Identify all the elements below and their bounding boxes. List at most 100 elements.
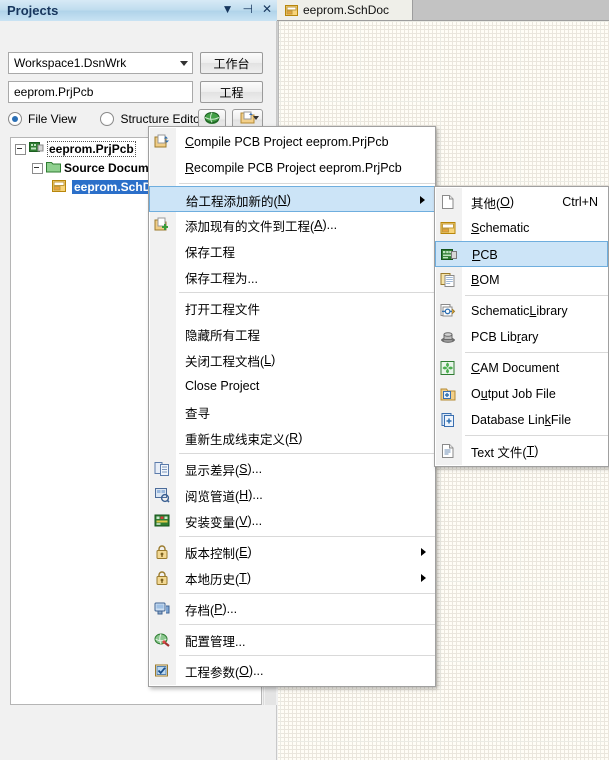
expander-icon[interactable] [15, 143, 26, 155]
output-job-icon [440, 386, 456, 402]
chevron-down-icon[interactable] [180, 61, 188, 66]
variants-icon [154, 513, 170, 529]
menu-item-label: Text 文件(T) [471, 444, 539, 460]
menu-separator [179, 292, 435, 293]
context-menu-item-1[interactable]: Recompile PCB Project eeprom.PrjPcb [149, 155, 435, 181]
radio-file-view[interactable] [8, 112, 22, 126]
context-menu-item-12[interactable]: 查寻 [149, 399, 435, 425]
cam-document-icon [440, 360, 456, 376]
workbench-button[interactable]: 工作台 [200, 52, 263, 74]
pcb-icon [441, 247, 457, 263]
chevron-down-icon[interactable]: ▼ [222, 2, 234, 16]
menu-item-label: 配置管理... [185, 634, 246, 649]
context-menu-item-4[interactable]: 添加现有的文件到工程(A)... [149, 212, 435, 238]
archive-icon [154, 601, 170, 617]
context-menu-item-19[interactable]: 版本控制(E) [149, 539, 435, 565]
radio-structure-editor[interactable] [100, 112, 115, 126]
context-menu-item-20[interactable]: 本地历史(T) [149, 565, 435, 591]
context-menu-item-17[interactable]: 安装变量(V)... [149, 508, 435, 534]
tree-node-project[interactable]: eeprom.PrjPcb [15, 141, 136, 157]
context-menu-item-15[interactable]: 显示差异(S)... [149, 456, 435, 482]
blank-document-icon [440, 194, 456, 210]
schematic-doc-icon [52, 179, 67, 195]
document-tab-strip: eeprom.SchDoc [277, 0, 609, 21]
tab-label: eeprom.SchDoc [303, 3, 390, 17]
context-menu-item-9[interactable]: 隐藏所有工程 [149, 321, 435, 347]
context-menu-item-6[interactable]: 保存工程为... [149, 264, 435, 290]
submenu-item-10[interactable]: Database Lin k File [435, 407, 608, 433]
menu-item-label: 安装变量(V)... [185, 514, 263, 530]
menu-separator [179, 655, 435, 656]
close-icon[interactable]: ✕ [262, 2, 272, 16]
radio-structure-editor-label[interactable]: Structure Editor [120, 112, 203, 126]
submenu-item-2[interactable]: P CB [435, 241, 608, 267]
menu-item-label: 添加现有的文件到工程(A)... [185, 218, 338, 234]
submenu-item-3[interactable]: B OM [435, 267, 608, 293]
context-menu-item-5[interactable]: 保存工程 [149, 238, 435, 264]
submenu-item-8[interactable]: C AM Document [435, 355, 608, 381]
submenu-item-1[interactable]: Schematic [435, 215, 608, 241]
menu-separator [179, 453, 435, 454]
menu-item-label: 本地历史(T) [185, 571, 251, 587]
workspace-combobox[interactable]: Workspace1.DsnWrk [8, 52, 193, 74]
context-menu-item-16[interactable]: 阅览管道(H)... [149, 482, 435, 508]
pcb-library-icon [440, 329, 456, 345]
menu-separator [179, 536, 435, 537]
submenu-arrow-icon [420, 196, 425, 204]
menu-item-label: 其他(O) [471, 195, 515, 211]
dropdown-arrow-icon[interactable] [253, 116, 259, 120]
text-document-icon [440, 443, 456, 459]
context-menu-item-24[interactable]: 配置管理... [149, 627, 435, 653]
menu-item-shortcut: Ctrl+N [562, 195, 598, 209]
menu-item-label: 阅览管道(H)... [185, 488, 263, 504]
menu-item-label: 工程参数(O)... [185, 664, 264, 680]
menu-item-label: Ou tput Job File [471, 387, 556, 401]
project-context-menu[interactable]: Compile PCB Project eeprom.PrjPcb Recompi… [148, 126, 436, 687]
pin-icon[interactable]: ⊣ [242, 2, 252, 16]
menu-item-label: 打开工程文件 [185, 302, 261, 317]
workspace-combobox-value: Workspace1.DsnWrk [14, 56, 127, 70]
project-textbox[interactable]: eeprom.PrjPcb [8, 81, 193, 103]
menu-item-label: Close Project [185, 379, 260, 393]
menu-item-label: Schematic Library [471, 304, 568, 318]
radio-file-view-label[interactable]: File View [28, 112, 76, 126]
schematic-doc-icon [285, 4, 298, 16]
menu-item-label: 保存工程 [185, 245, 236, 260]
context-menu-item-3[interactable]: 给工程添加新的(N) [149, 186, 435, 212]
menu-item-label: 存档(P)... [185, 602, 238, 618]
tab-eeprom-schdoc[interactable]: eeprom.SchDoc [277, 0, 413, 20]
menu-separator [179, 183, 435, 184]
submenu-item-12[interactable]: Text 文件(T) [435, 438, 608, 464]
panel-title-text: Projects [7, 3, 59, 18]
submenu-item-9[interactable]: Ou tput Job File [435, 381, 608, 407]
submenu-item-0[interactable]: 其他(O) Ctrl+N [435, 189, 608, 215]
menu-item-label: 查寻 [185, 406, 211, 421]
expander-icon[interactable] [32, 162, 43, 174]
bom-icon [440, 272, 456, 288]
context-menu-item-8[interactable]: 打开工程文件 [149, 295, 435, 321]
submenu-item-5[interactable]: Schematic Library [435, 298, 608, 324]
submenu-item-6[interactable]: PCB Lib r ary [435, 324, 608, 350]
add-existing-file-icon [154, 217, 170, 233]
context-menu-item-26[interactable]: 工程参数(O)... [149, 658, 435, 684]
context-menu-item-22[interactable]: 存档(P)... [149, 596, 435, 622]
menu-item-label: B OM [471, 273, 500, 287]
menu-item-label: Database Lin k File [471, 413, 572, 427]
project-textbox-value: eeprom.PrjPcb [14, 85, 94, 99]
menu-item-label: P CB [472, 248, 498, 262]
menu-separator [179, 624, 435, 625]
context-menu-item-10[interactable]: 关闭工程文档(L) [149, 347, 435, 373]
context-menu-item-11[interactable]: Close Project [149, 373, 435, 399]
lock-icon [154, 544, 170, 560]
context-menu-item-0[interactable]: Compile PCB Project eeprom.PrjPcb [149, 129, 435, 155]
schematic-icon [440, 220, 456, 236]
show-differences-icon [154, 461, 170, 477]
menu-separator [465, 295, 608, 296]
project-button[interactable]: 工程 [200, 81, 263, 103]
menu-item-label: PCB Lib r ary [471, 330, 539, 344]
add-new-to-project-submenu[interactable]: 其他(O) Ctrl+N Schematic P CB B OM Schematic Libr… [434, 186, 609, 467]
workbench-button-label: 工作台 [213, 56, 250, 71]
menu-separator [179, 593, 435, 594]
context-menu-item-13[interactable]: 重新生成线束定义(R) [149, 425, 435, 451]
menu-item-label: 给工程添加新的(N) [186, 193, 291, 209]
